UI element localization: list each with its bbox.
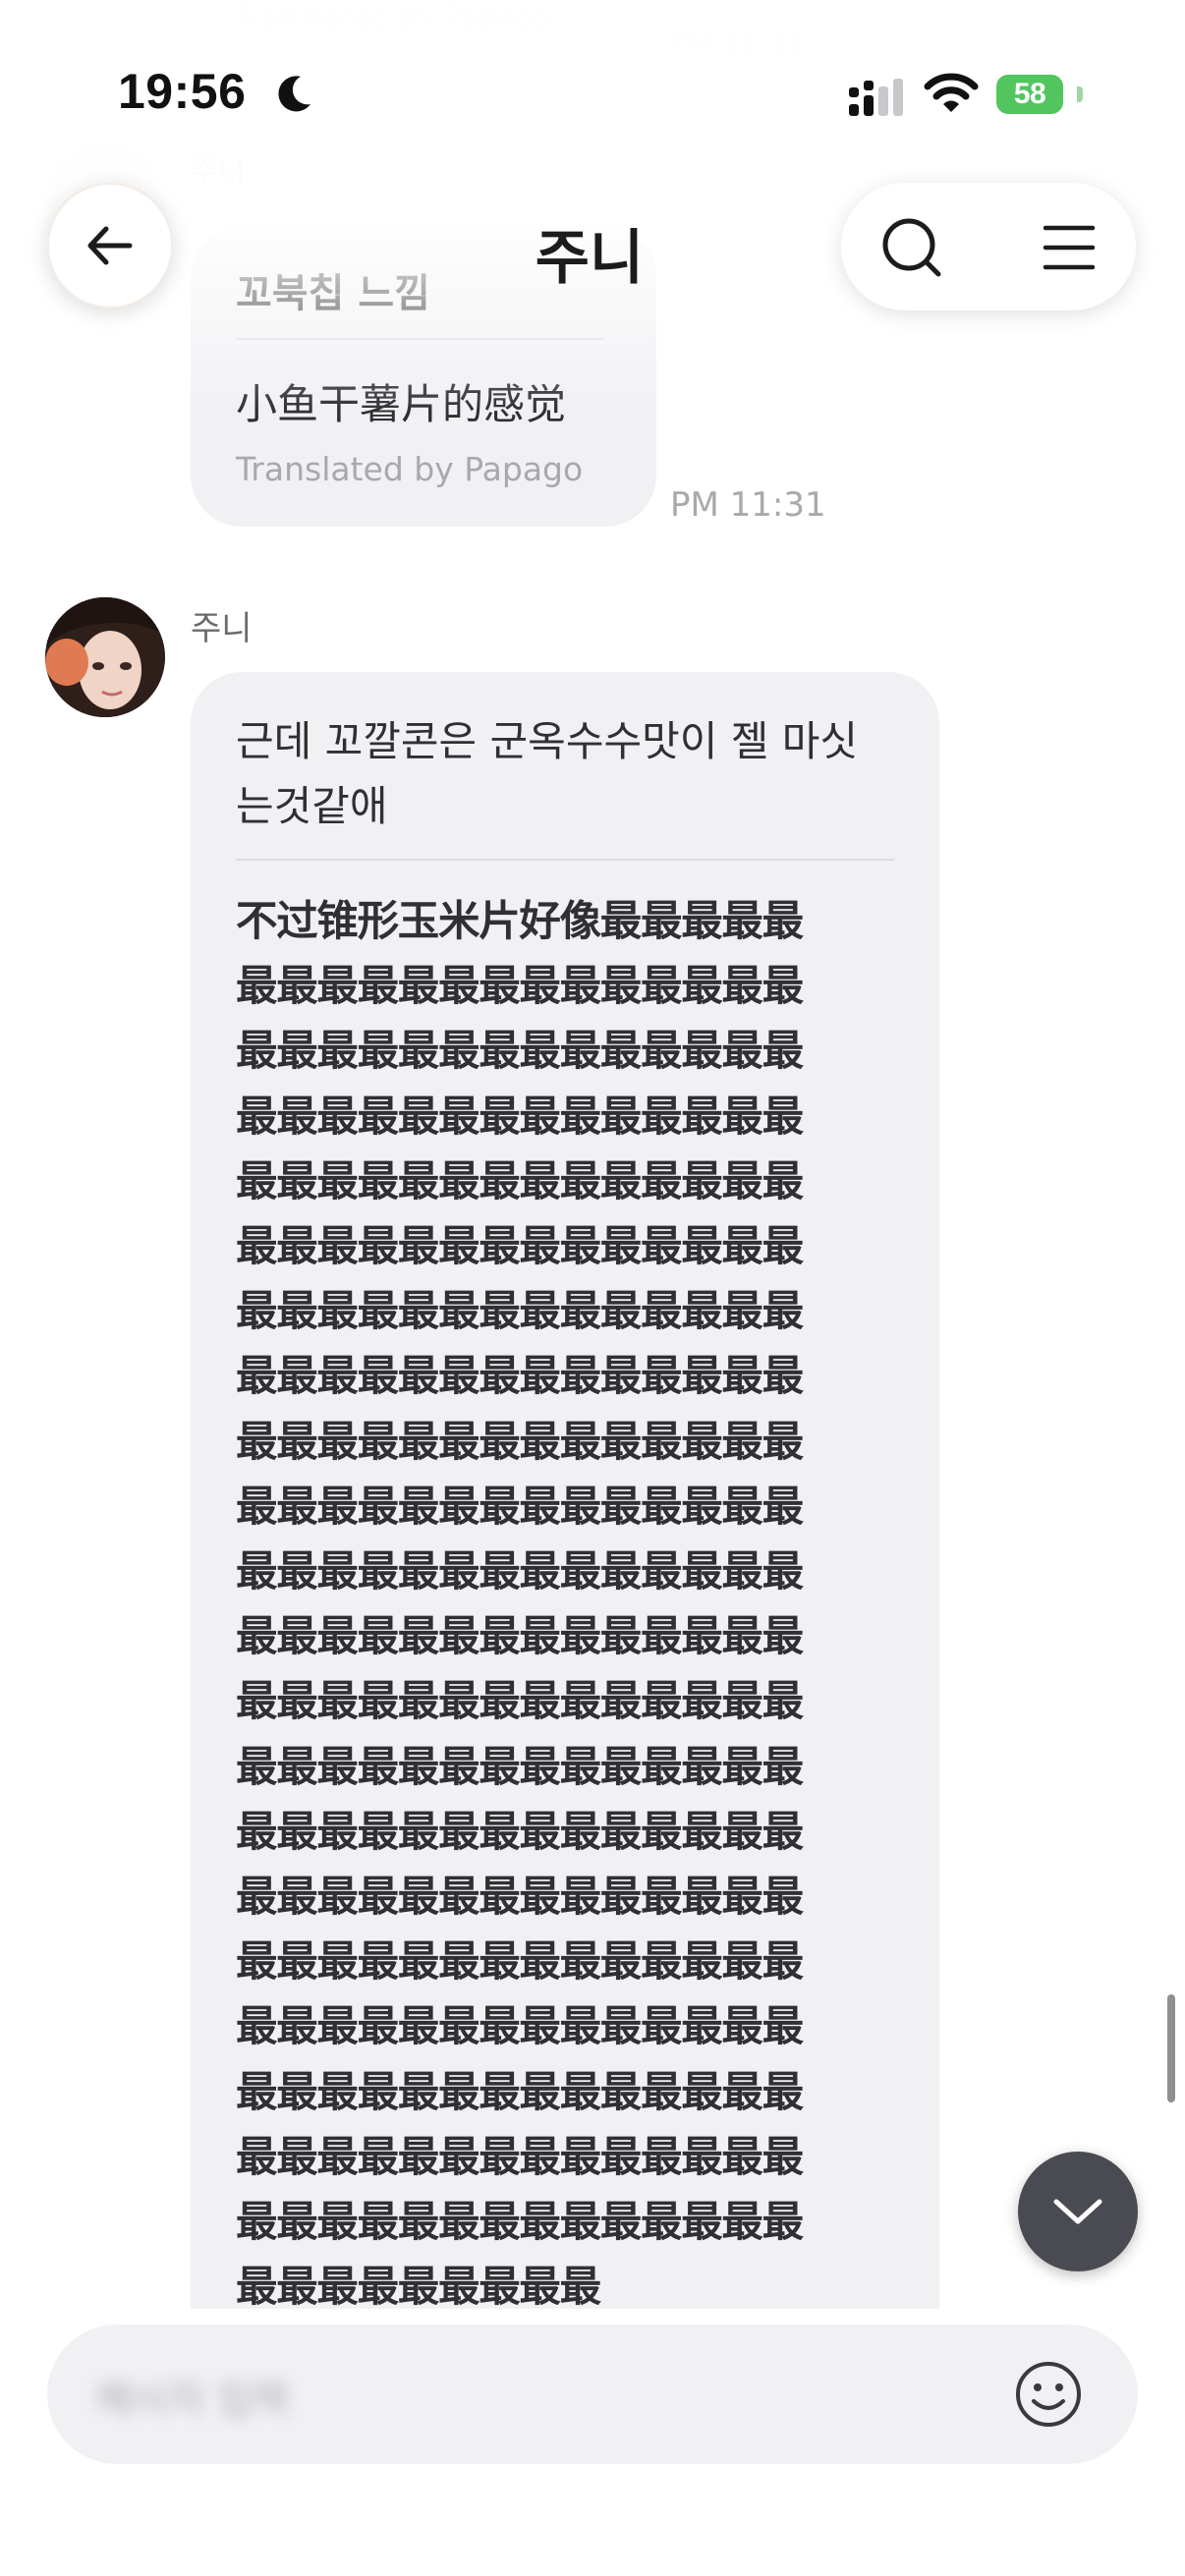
message-2-original: 근데 꼬깔콘은 군옥수수맛이 젤 마싯 는것같애: [236, 717, 859, 830]
battery-cap: [1077, 86, 1083, 102]
menu-button[interactable]: [1028, 206, 1110, 289]
back-button[interactable]: [47, 183, 173, 308]
avatar[interactable]: [45, 597, 165, 717]
header-actions: [841, 183, 1136, 310]
wifi-icon: [924, 73, 979, 112]
emoji-button[interactable]: [1010, 2356, 1087, 2433]
hamburger-menu-icon: [1043, 225, 1096, 270]
message-bubble-2[interactable]: 근데 꼬깔콘은 군옥수수맛이 젤 마싯 는것같애 不过锥形玉米片好像最最最最最 …: [191, 672, 939, 2342]
avatar-photo: [45, 597, 165, 717]
message-2-translation: 不过锥形玉米片好像最最最最最 最最最最最最最最最最最最最最 最最最最最最最最最最…: [236, 898, 804, 2313]
smiley-face-icon: [1016, 2362, 1081, 2427]
moon-icon: [278, 76, 310, 112]
message-input-placeholder: 메시지 입력: [96, 2378, 290, 2423]
status-time: 19:56: [118, 64, 247, 119]
search-icon: [882, 218, 941, 277]
scroll-to-bottom-button[interactable]: [1018, 2152, 1138, 2271]
chat-title: 주니: [535, 224, 645, 293]
sender-name: 주니: [191, 609, 253, 648]
cellular-signal-icon: [849, 79, 903, 116]
chevron-down-icon: [1053, 2199, 1102, 2224]
scrollbar-thumb[interactable]: [1167, 1994, 1175, 2102]
chat-screen: Translated by Papago PM 11:31 주니 꼬북칩 느낌 …: [0, 0, 1185, 2576]
arrow-left-icon: [87, 226, 133, 265]
message-1-timestamp: PM 11:31: [670, 485, 826, 525]
translation-divider: [236, 859, 894, 861]
search-button[interactable]: [871, 206, 953, 289]
message-1-translation-credit: Translated by Papago: [236, 450, 584, 488]
message-input[interactable]: 메시지 입력: [47, 2324, 1138, 2464]
status-bar: 19:56 58: [0, 0, 1185, 187]
message-1-translation: 小鱼干薯片的感觉: [236, 380, 567, 428]
nav-bar: 주니: [0, 183, 1185, 320]
translation-divider: [236, 338, 603, 340]
battery-indicator: 58: [996, 75, 1063, 114]
